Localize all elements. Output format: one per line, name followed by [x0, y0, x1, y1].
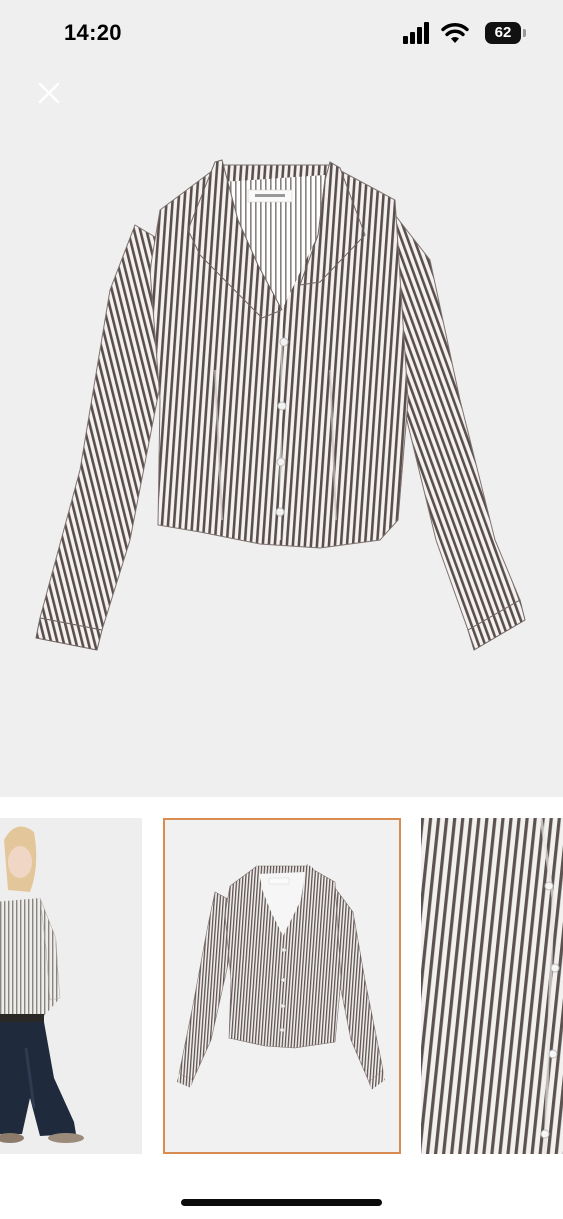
fabric-detail-image	[421, 818, 563, 1154]
product-main-image[interactable]	[0, 70, 563, 797]
thumbnail-shirt[interactable]	[163, 818, 401, 1154]
thumbnail-strip	[0, 818, 563, 1154]
status-time: 14:20	[64, 20, 122, 45]
battery-tip	[523, 29, 526, 37]
model-image	[0, 826, 84, 1143]
striped-shirt-image	[35, 159, 526, 651]
close-button[interactable]	[30, 72, 70, 112]
shirt-thumbnail-image	[177, 864, 385, 1090]
signal-icon	[403, 22, 429, 44]
status-icons: 62	[401, 22, 526, 46]
wifi-icon	[441, 23, 469, 43]
status-bar: 14:20 62	[0, 0, 563, 70]
thumbnail-fabric-detail[interactable]	[421, 818, 563, 1154]
battery-icon: 62	[485, 22, 521, 44]
close-icon	[38, 82, 60, 104]
home-indicator[interactable]	[181, 1199, 382, 1206]
thumbnail-model[interactable]	[0, 818, 142, 1154]
battery-level: 62	[494, 24, 512, 41]
